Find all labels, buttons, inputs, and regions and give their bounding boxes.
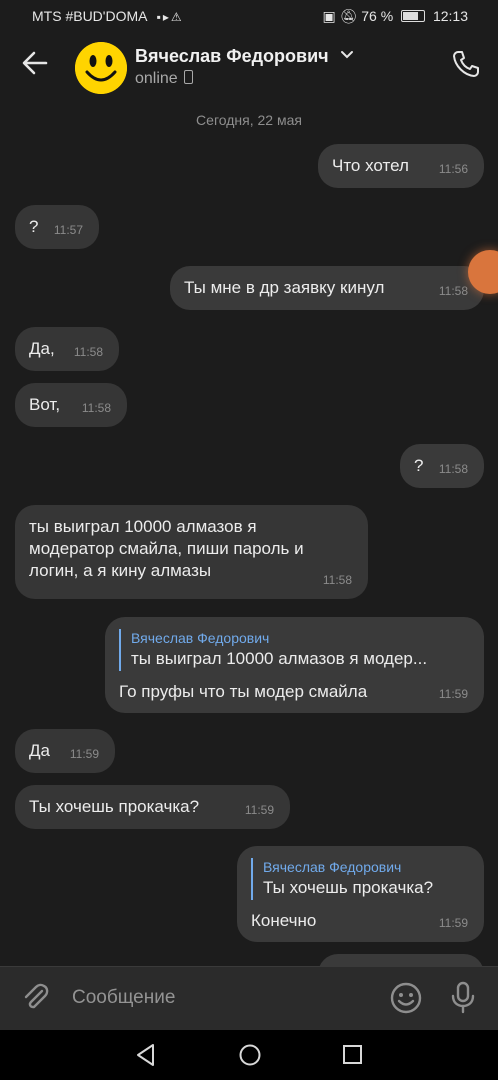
- chat-header: Вячеслав Федорович online: [0, 32, 498, 104]
- clock: 12:13: [432, 8, 468, 24]
- message-time: 11:59: [438, 687, 468, 701]
- status-bar: MTS #BUD'DOMA ▪▸⚠ ▣ 🔕︎ 76 % 12:13: [0, 0, 498, 32]
- message-incoming[interactable]: ? 11:57: [15, 205, 99, 249]
- message-outgoing[interactable]: ? 11:58: [400, 444, 484, 488]
- message-outgoing[interactable]: Ты мне в др заявку кинул 11:58: [170, 266, 484, 310]
- nav-back-icon[interactable]: [134, 1042, 158, 1068]
- reply-text: Ты хочешь прокачка?: [263, 878, 434, 897]
- message-text: Что хотел: [332, 156, 409, 175]
- nfc-icon: ▣: [322, 8, 336, 24]
- message-time: 11:58: [73, 345, 103, 359]
- reply-text: ты выиграл 10000 алмазов я модер...: [131, 649, 428, 668]
- message-time: 11:58: [322, 573, 352, 587]
- status-bar-right: ▣ 🔕︎ 76 % 12:13: [322, 8, 468, 25]
- microphone-icon[interactable]: [448, 981, 478, 1015]
- mute-icon: 🔕︎: [339, 8, 358, 24]
- message-text: Го пруфы что ты модер смайла: [119, 682, 368, 701]
- battery-percent: 76 %: [361, 8, 394, 24]
- mobile-device-icon: [183, 70, 193, 84]
- reply-author: Вячеслав Федорович: [131, 630, 270, 646]
- message-time: 11:56: [438, 162, 468, 176]
- message-text: ты выиграл 10000 алмазов я модератор сма…: [29, 517, 304, 580]
- nav-home-icon[interactable]: [238, 1042, 262, 1068]
- message-incoming[interactable]: ты выиграл 10000 алмазов я модератор сма…: [15, 505, 368, 599]
- avatar[interactable]: [75, 42, 127, 94]
- online-status: online: [135, 70, 193, 88]
- online-status-text: online: [135, 70, 178, 87]
- back-arrow-icon[interactable]: [18, 46, 52, 80]
- message-time: 11:59: [69, 747, 99, 761]
- contact-name[interactable]: Вячеслав Федорович: [135, 46, 329, 67]
- message-time: 11:59: [438, 916, 468, 930]
- message-text: Ты мне в др заявку кинул: [184, 278, 385, 297]
- message-incoming[interactable]: Ты хочешь прокачка? 11:59: [15, 785, 290, 829]
- message-text: Ты хочешь прокачка?: [29, 797, 200, 816]
- paperclip-icon[interactable]: [20, 981, 52, 1013]
- status-bar-left: MTS #BUD'DOMA ▪▸⚠: [32, 8, 184, 24]
- date-separator: Сегодня, 22 мая: [196, 112, 302, 128]
- message-text: ?: [29, 217, 39, 236]
- battery-icon: [401, 10, 426, 22]
- message-time: 11:58: [438, 284, 468, 298]
- system-navigation-bar: [0, 1030, 498, 1080]
- reply-quote[interactable]: Вячеслав Федорович ты выиграл 10000 алма…: [119, 629, 470, 671]
- nav-recent-apps-icon[interactable]: [342, 1044, 364, 1066]
- message-time: 11:59: [244, 803, 274, 817]
- emoji-icon[interactable]: [389, 981, 423, 1015]
- message-outgoing-reply[interactable]: Вячеслав Федорович Ты хочешь прокачка? К…: [237, 846, 484, 942]
- signal-icons: ▪▸⚠: [156, 10, 184, 24]
- message-text: Да: [29, 741, 50, 760]
- message-incoming[interactable]: Вот, 11:58: [15, 383, 127, 427]
- message-time: 11:57: [53, 223, 83, 237]
- message-text: Да,: [29, 339, 55, 358]
- message-input[interactable]: Сообщение: [72, 987, 175, 1009]
- chevron-down-icon[interactable]: [340, 50, 354, 60]
- reply-author: Вячеслав Федорович: [263, 859, 402, 875]
- phone-call-icon[interactable]: [450, 48, 482, 80]
- reply-quote[interactable]: Вячеслав Федорович Ты хочешь прокачка?: [251, 858, 470, 900]
- message-incoming[interactable]: Да 11:59: [15, 729, 115, 773]
- message-text: ?: [414, 456, 424, 475]
- message-text: Конечно: [251, 911, 317, 930]
- message-outgoing-reply[interactable]: Вячеслав Федорович ты выиграл 10000 алма…: [105, 617, 484, 713]
- smiley-face-icon: [75, 42, 127, 94]
- message-time: 11:58: [81, 401, 111, 415]
- message-input-bar: Сообщение: [0, 966, 498, 1031]
- message-time: 11:58: [438, 462, 468, 476]
- message-incoming[interactable]: Да, 11:58: [15, 327, 119, 371]
- message-text: Вот,: [29, 395, 61, 414]
- carrier-label: MTS #BUD'DOMA: [32, 8, 147, 24]
- message-outgoing[interactable]: Что хотел 11:56: [318, 144, 484, 188]
